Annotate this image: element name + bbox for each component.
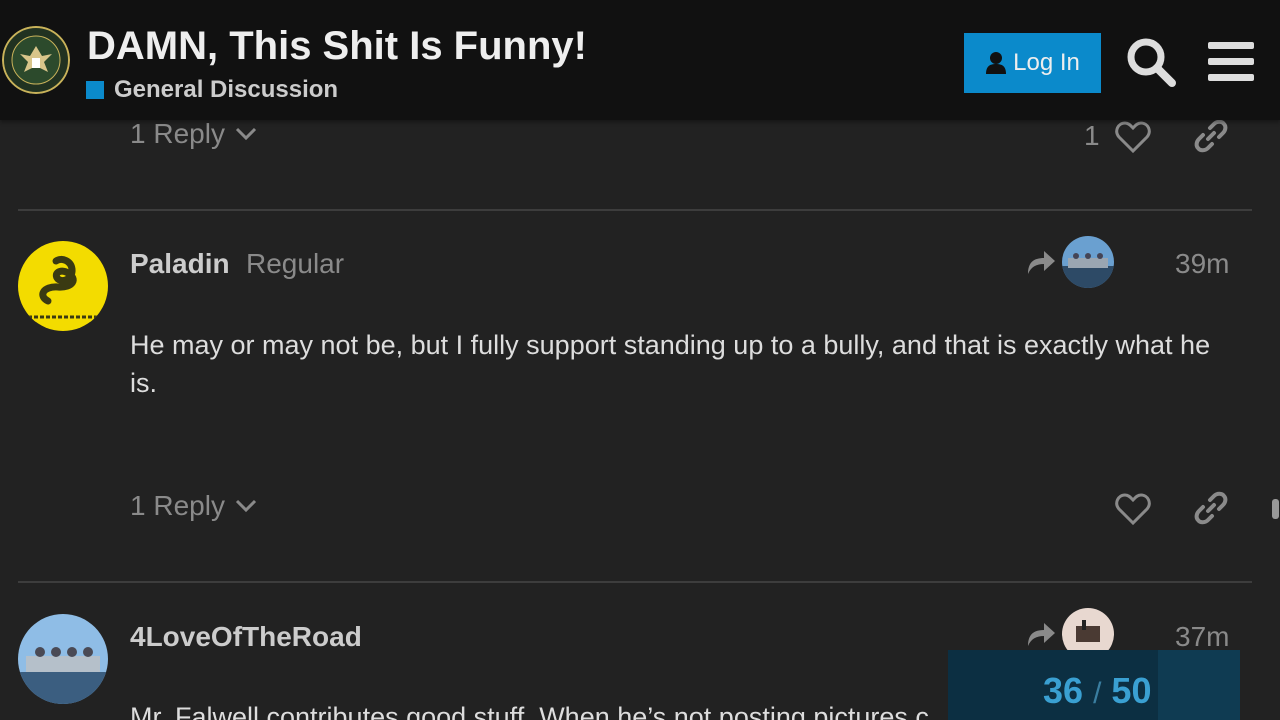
link-icon[interactable]: [1193, 118, 1229, 154]
replies-label: 1 Reply: [130, 118, 225, 149]
topic-title[interactable]: DAMN, This Shit Is Funny!: [87, 24, 587, 69]
category-color-swatch: [86, 81, 104, 99]
topic-progress-label: 36 / 50: [1043, 670, 1151, 712]
hamburger-menu-icon: [1208, 42, 1254, 81]
search-icon: [1127, 38, 1176, 87]
hamburger-menu-button[interactable]: [1208, 40, 1254, 84]
eagle-seal-icon: [2, 26, 70, 94]
reply-to-avatar-image: [1062, 236, 1114, 288]
login-label: Log In: [1013, 49, 1080, 76]
search-button[interactable]: [1125, 36, 1177, 88]
user-avatar-image: [18, 614, 108, 704]
post-actions: 1 Reply: [0, 490, 1280, 530]
gadsden-flag-avatar: [18, 241, 108, 331]
reply-to-arrow-icon: [1028, 623, 1055, 646]
progress-current: 36: [1043, 670, 1084, 711]
like-count[interactable]: 1: [1084, 120, 1100, 152]
category-badge[interactable]: General Discussion: [86, 76, 338, 104]
replies-toggle[interactable]: 1 Reply: [130, 118, 257, 150]
post-user-title: Regular: [246, 248, 345, 279]
user-icon: [986, 52, 1007, 74]
post-body: He may or may not be, but I fully suppor…: [130, 330, 1211, 398]
post-divider: [18, 209, 1252, 211]
site-header: DAMN, This Shit Is Funny! General Discus…: [0, 0, 1280, 120]
post-date[interactable]: 39m: [1175, 248, 1229, 280]
post-date[interactable]: 37m: [1175, 621, 1229, 653]
reply-to-avatar[interactable]: [1062, 236, 1114, 288]
login-button[interactable]: Log In: [964, 33, 1101, 93]
reply-to-arrow-icon: [1028, 251, 1055, 274]
progress-total: 50: [1111, 670, 1152, 711]
heart-icon[interactable]: [1115, 120, 1151, 154]
chevron-down-icon: [235, 127, 256, 141]
scrollbar-thumb[interactable]: [1272, 499, 1279, 519]
topic-page: DAMN, This Shit Is Funny! General Discus…: [0, 0, 1280, 720]
user-avatar[interactable]: [18, 614, 108, 704]
category-name: General Discussion: [114, 76, 339, 103]
progress-separator: /: [1093, 677, 1102, 710]
heart-icon[interactable]: [1115, 492, 1151, 526]
replies-toggle[interactable]: 1 Reply: [130, 490, 257, 522]
user-avatar[interactable]: [18, 241, 108, 331]
post-username[interactable]: 4LoveOfTheRoad: [130, 621, 362, 653]
replies-label: 1 Reply: [130, 490, 225, 521]
previous-post-actions: 1 Reply 1: [0, 118, 1280, 158]
post-divider: [18, 581, 1252, 583]
post-username[interactable]: Paladin: [130, 248, 230, 280]
topic-progress[interactable]: 36 / 50: [948, 650, 1240, 720]
site-logo[interactable]: [2, 26, 70, 94]
link-icon[interactable]: [1193, 490, 1229, 526]
chevron-down-icon: [235, 499, 256, 513]
